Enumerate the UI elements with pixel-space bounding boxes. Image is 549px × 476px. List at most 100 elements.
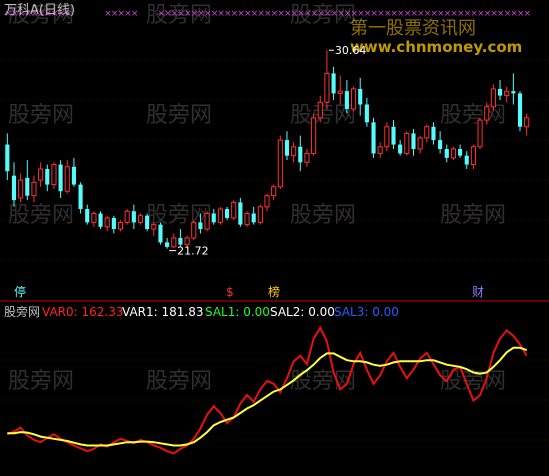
candle-body-up [490, 88, 496, 108]
event-badge: $ [226, 285, 234, 299]
candle-body-up [337, 90, 343, 94]
candle-body-down [224, 209, 230, 218]
candle-body-up [504, 90, 510, 97]
watermark-text: 股旁网 [290, 203, 356, 228]
candle-body-up [264, 195, 270, 208]
indicator-name: 股旁网 [4, 304, 40, 319]
candle-body-down [411, 133, 416, 149]
candle-body-down [464, 155, 469, 165]
candle-body-down [298, 146, 303, 163]
candle-body-down [497, 88, 503, 96]
candle-body-up [317, 101, 323, 119]
high-price-label: 30.64 [335, 44, 367, 57]
candle-body-down [111, 217, 116, 230]
stock-chart: 股旁网 股旁网 股旁网 股旁网股旁网 股旁网 股旁网 股旁网股旁网 股旁网 股旁网 股旁网股旁网股… [0, 3, 549, 455]
candle-body-down [198, 222, 203, 230]
candlestick-series: 停 $ 榜 财 [5, 49, 530, 299]
candle-body-up [271, 186, 277, 197]
candle-body-up [424, 126, 430, 139]
candle-body-down [284, 140, 290, 156]
candle-body-down [71, 166, 76, 185]
candle-body-up [64, 166, 70, 192]
candle-body-down [25, 177, 30, 196]
chart-text-layer: 万科A(日线) 30.64 21.72 股旁网 VAR0: 162.33 VAR… [4, 3, 399, 319]
sal3-label: SAL3: 0.00 [334, 305, 399, 319]
candle-body-up [18, 179, 24, 199]
candle-body-up [204, 212, 210, 230]
candle-body-up [257, 206, 263, 223]
candle-body-up [404, 132, 410, 154]
candle-body-down [145, 215, 150, 230]
sal1-label: SAL1: 0.00 [205, 305, 270, 319]
watermark-text: 股旁网 [440, 103, 506, 128]
var1-line [7, 346, 528, 447]
var0-label: VAR0: 162.33 [42, 305, 123, 319]
candle-body-up [304, 152, 310, 163]
candle-body-down [45, 169, 50, 185]
candle-body-up [38, 168, 44, 181]
candle-body-up [244, 212, 250, 226]
candle-body-up [417, 137, 423, 150]
candle-body-up [324, 72, 330, 103]
candle-body-up [470, 146, 476, 166]
event-badge: 财 [472, 285, 484, 299]
candle-body-up [450, 148, 456, 159]
candle-body-down [364, 104, 369, 123]
watermark-text: 股旁网 [8, 203, 74, 228]
candle-body-up [377, 146, 383, 154]
candle-body-up [104, 217, 110, 228]
candle-body-up [137, 215, 144, 223]
candle-body-up [124, 210, 130, 223]
candle-body-down [517, 93, 523, 127]
candle-body-up [171, 237, 177, 248]
candle-body-down [398, 144, 403, 154]
candle-body-up [477, 119, 483, 148]
candle-body-down [251, 213, 256, 223]
watermark-text: 股旁网 [146, 369, 212, 394]
candle-body-up [51, 164, 57, 186]
candle-body-up [184, 237, 190, 246]
sal2-label: SAL2: 0.00 [270, 305, 335, 319]
candle-body-up [277, 139, 283, 188]
candle-body-up [151, 224, 157, 230]
candle-body-up [484, 106, 490, 121]
chart-title: 万科A(日线) [4, 3, 75, 18]
watermark-text: 股旁网 [8, 103, 74, 128]
candle-body-down [165, 242, 170, 247]
candle-body-down [458, 148, 463, 156]
candle-body-down [438, 140, 443, 149]
watermark-url: www.chnmoney.com [350, 38, 522, 56]
chart-container: 股旁网 股旁网 股旁网 股旁网 股旁网 股旁网 股旁网 股旁网 股旁网 股旁网 股旁网 股旁网 股旁网股… [0, 0, 549, 476]
candle-body-down [358, 88, 363, 105]
candle-body-down [444, 148, 449, 158]
candle-body-up [524, 117, 530, 128]
candle-body-up [291, 146, 297, 157]
low-price-label: 21.72 [177, 245, 209, 258]
watermark-site: 第一股票资讯网 [350, 18, 476, 39]
candle-body-down [158, 224, 163, 243]
event-badge: 停 [14, 284, 26, 299]
candle-body-down [11, 175, 17, 201]
candle-body-up [31, 181, 37, 197]
candle-body-up [311, 117, 317, 154]
watermark-text: 股旁网 [440, 203, 506, 228]
candle-body-up [231, 201, 237, 219]
watermark-text: 股旁网 [290, 369, 356, 394]
candle-body-up [350, 88, 357, 110]
candle-body-down [331, 73, 336, 94]
top-marker-row: × × × × × × × × × × × × × × × × × × × × × × × × × × × × × × × × × × × × × × × ×… [4, 9, 531, 19]
candle-body-down [511, 91, 516, 94]
top-marker: × [131, 9, 139, 19]
candle-body-down [85, 209, 90, 223]
candle-body-down [391, 126, 396, 145]
candle-body-down [211, 213, 216, 223]
candle-body-down [98, 213, 103, 227]
event-badge: 榜 [268, 284, 280, 299]
candle-body-down [78, 184, 83, 210]
candle-body-down [58, 164, 63, 192]
candle-body-up [117, 221, 124, 230]
candle-body-down [178, 237, 183, 245]
candle-body-up [217, 208, 223, 223]
candle-body-down [131, 211, 136, 223]
var1-label: VAR1: 181.83 [122, 305, 203, 319]
